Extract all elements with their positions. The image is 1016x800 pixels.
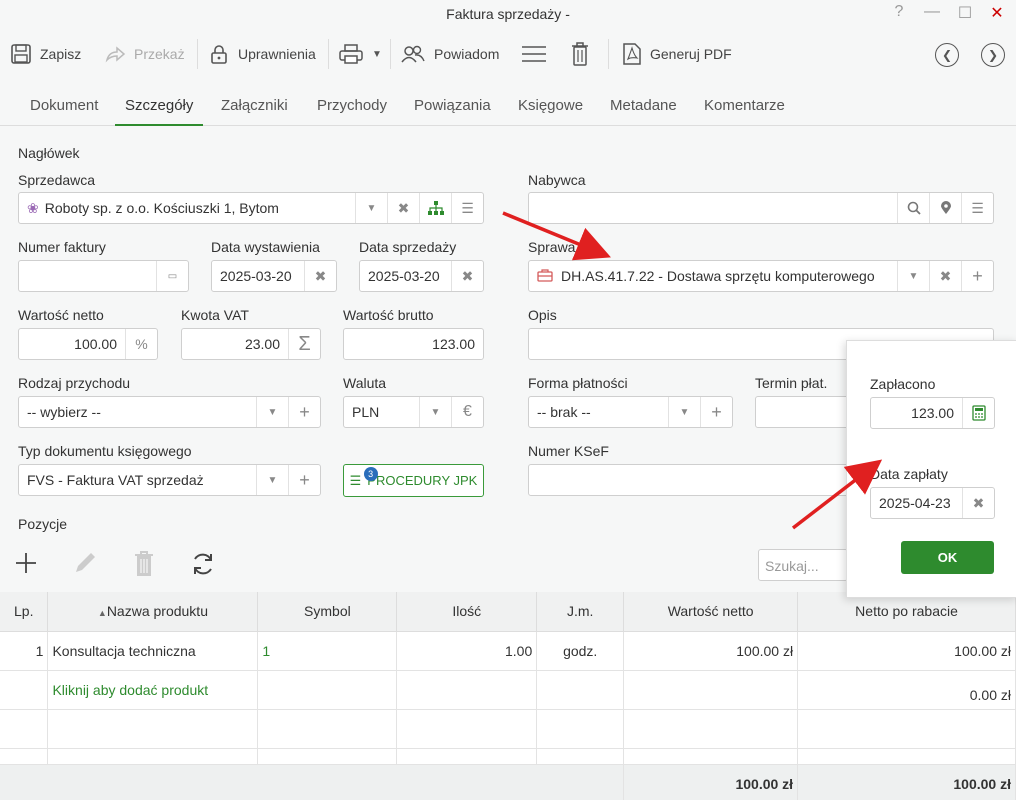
annotation-arrows <box>502 211 883 530</box>
arrow-to-case-field <box>502 211 611 261</box>
arrow-to-pay-date <box>791 459 883 530</box>
